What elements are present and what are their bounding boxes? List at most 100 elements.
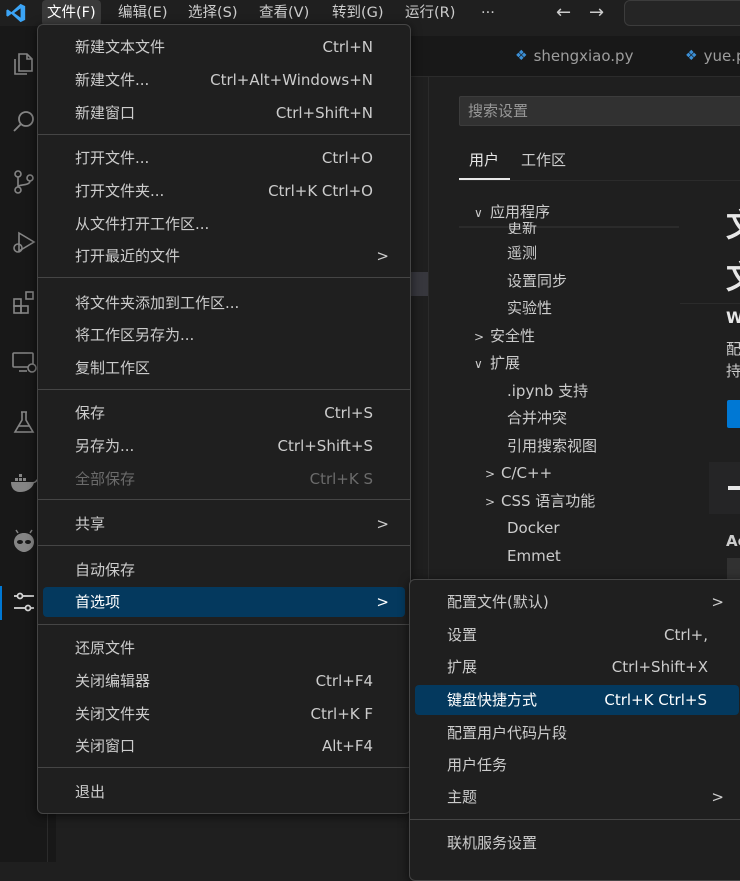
chevron-right-icon: > xyxy=(485,495,496,509)
chevron-right-icon: > xyxy=(376,593,389,611)
menu-more[interactable]: ··· xyxy=(476,0,500,26)
menu-run[interactable]: 运行(R) xyxy=(400,0,460,26)
menu-edit[interactable]: 编辑(E) xyxy=(113,0,172,26)
menu-item-open-file[interactable]: 打开文件... Ctrl+O xyxy=(43,143,405,173)
menu-item-settings[interactable]: 设置 Ctrl+, xyxy=(415,620,740,650)
menu-item-close-folder[interactable]: 关闭文件夹 Ctrl+K F xyxy=(43,699,405,729)
menu-item-new-text-file[interactable]: 新建文本文件 Ctrl+N xyxy=(43,32,405,62)
menu-separator xyxy=(38,499,410,500)
menu-item-user-snippets[interactable]: 配置用户代码片段 xyxy=(415,718,740,748)
chevron-down-icon: ∨ xyxy=(474,357,483,371)
tab-workspace-settings[interactable]: 工作区 xyxy=(521,148,566,178)
tree-refsearch[interactable]: 引用搜索视图 xyxy=(507,434,597,458)
tree-label: 更新 xyxy=(507,222,538,234)
menu-separator xyxy=(410,819,740,820)
tree-telemetry[interactable]: 遥测 xyxy=(507,241,537,265)
tab-shengxiao[interactable]: ❖ shengxiao.py xyxy=(515,36,633,76)
extensions-icon[interactable] xyxy=(8,286,40,318)
menu-go[interactable]: 转到(G) xyxy=(327,0,389,26)
menu-item-new-file[interactable]: 新建文件... Ctrl+Alt+Windows+N xyxy=(43,65,405,95)
active-indicator xyxy=(0,586,2,620)
menu-item-save-workspace-as[interactable]: 将工作区另存为... xyxy=(43,320,405,350)
menu-separator xyxy=(38,624,410,625)
tab-user-settings[interactable]: 用户 xyxy=(469,148,499,178)
vscode-logo-icon[interactable] xyxy=(5,2,27,24)
settings-tabs-divider xyxy=(459,180,740,181)
tree-settings-sync[interactable]: 设置同步 xyxy=(507,269,567,293)
setting-desc-fragment-1: 配 xyxy=(726,340,740,358)
tree-security[interactable]: > 安全性 xyxy=(474,324,535,348)
tree-update[interactable]: 更新 xyxy=(507,222,537,234)
editor-tabs: ❖ shengxiao.py ❖ yue.p xyxy=(400,36,740,77)
command-center[interactable] xyxy=(624,0,740,26)
menu-item-profile[interactable]: 配置文件(默认) > xyxy=(415,587,740,617)
menu-file[interactable]: 文件(F) xyxy=(42,0,101,26)
settings-header-divider xyxy=(680,303,740,304)
menu-item-save[interactable]: 保存 Ctrl+S xyxy=(43,398,405,428)
setting-label-fragment: Ac xyxy=(726,532,740,550)
platformio-alien-icon[interactable] xyxy=(8,526,40,558)
menu-item-preferences[interactable]: 首选项 > xyxy=(43,587,405,617)
settings-tab-underline xyxy=(459,178,510,180)
docker-icon[interactable] xyxy=(8,466,40,498)
tree-extensions[interactable]: ∨ 扩展 xyxy=(474,351,520,375)
menu-item-close-window[interactable]: 关闭窗口 Alt+F4 xyxy=(43,731,405,761)
menu-selection[interactable]: 选择(S) xyxy=(183,0,243,26)
forward-arrow-icon[interactable]: → xyxy=(584,0,609,26)
search-icon[interactable] xyxy=(8,106,40,138)
menu-item-add-folder[interactable]: 将文件夹添加到工作区... xyxy=(43,288,405,318)
section-title-line1: 文 xyxy=(726,200,740,246)
chevron-right-icon: > xyxy=(376,515,389,533)
preferences-submenu: 配置文件(默认) > 设置 Ctrl+, 扩展 Ctrl+Shift+X 键盘快捷方式… xyxy=(409,579,740,881)
explorer-icon[interactable] xyxy=(8,48,40,80)
section-title-line2: 文 xyxy=(726,252,740,298)
setting-button[interactable] xyxy=(727,400,740,428)
menu-item-keyboard-shortcuts[interactable]: 键盘快捷方式 Ctrl+K Ctrl+S xyxy=(415,685,739,715)
menu-item-share[interactable]: 共享 > xyxy=(43,509,405,539)
menu-separator xyxy=(38,389,410,390)
back-arrow-icon[interactable]: ← xyxy=(551,0,576,26)
menu-item-open-recent[interactable]: 打开最近的文件 > xyxy=(43,241,405,271)
tree-experimental[interactable]: 实验性 xyxy=(507,296,552,320)
source-control-icon[interactable] xyxy=(8,166,40,198)
title-bar: 文件(F) 编辑(E) 选择(S) 查看(V) 转到(G) 运行(R) ··· … xyxy=(0,0,740,26)
tree-emmet[interactable]: Emmet xyxy=(507,544,561,568)
menu-item-user-tasks[interactable]: 用户任务 xyxy=(415,750,740,780)
menu-item-extensions[interactable]: 扩展 Ctrl+Shift+X xyxy=(415,652,740,682)
tree-cpp[interactable]: > C/C++ xyxy=(485,461,552,485)
menu-item-online-services[interactable]: 联机服务设置 xyxy=(415,828,740,858)
menu-item-duplicate-workspace[interactable]: 复制工作区 xyxy=(43,353,405,383)
menu-item-revert-file[interactable]: 还原文件 xyxy=(43,633,405,663)
menu-item-auto-save[interactable]: 自动保存 xyxy=(43,555,405,585)
tab-label: shengxiao.py xyxy=(533,47,634,65)
chevron-right-icon: > xyxy=(474,330,485,344)
tree-css[interactable]: > CSS 语言功能 xyxy=(485,489,595,513)
menu-item-open-folder[interactable]: 打开文件夹... Ctrl+K Ctrl+O xyxy=(43,176,405,206)
tree-ipynb[interactable]: .ipynb 支持 xyxy=(507,379,588,403)
python-file-icon: ❖ xyxy=(515,48,528,64)
menu-item-theme[interactable]: 主题 > xyxy=(415,782,740,812)
menu-item-open-workspace[interactable]: 从文件打开工作区... xyxy=(43,209,405,239)
menu-item-save-as[interactable]: 另存为... Ctrl+Shift+S xyxy=(43,431,405,461)
tree-docker[interactable]: Docker xyxy=(507,516,560,540)
tab-yue[interactable]: ❖ yue.p xyxy=(685,36,740,76)
setting-block-bar xyxy=(728,486,740,490)
menu-item-new-window[interactable]: 新建窗口 Ctrl+Shift+N xyxy=(43,98,405,128)
tree-label: 应用程序 xyxy=(490,203,551,221)
tree-merge[interactable]: 合并冲突 xyxy=(507,406,567,430)
menu-separator xyxy=(38,134,410,135)
menu-item-close-editor[interactable]: 关闭编辑器 Ctrl+F4 xyxy=(43,666,405,696)
menu-view[interactable]: 查看(V) xyxy=(254,0,314,26)
chevron-right-icon: > xyxy=(711,593,724,611)
testing-flask-icon[interactable] xyxy=(8,406,40,438)
tree-app[interactable]: ∨ 应用程序 xyxy=(474,200,550,224)
menu-item-exit[interactable]: 退出 xyxy=(43,777,405,807)
tab-label: yue.p xyxy=(703,47,740,65)
settings-search-input[interactable]: 搜索设置 xyxy=(459,96,740,126)
setting-title-fragment: W xyxy=(726,308,740,327)
run-debug-icon[interactable] xyxy=(8,226,40,258)
settings-sliders-icon[interactable] xyxy=(8,586,40,618)
tree-label: 安全性 xyxy=(490,327,536,345)
tree-label: CSS 语言功能 xyxy=(501,492,596,510)
remote-explorer-icon[interactable] xyxy=(8,346,40,378)
